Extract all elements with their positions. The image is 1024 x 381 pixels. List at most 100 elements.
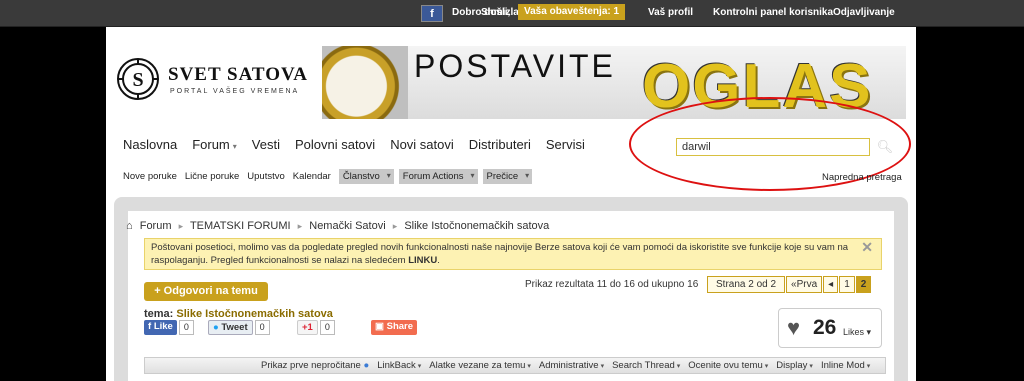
breadcrumb-arrow-icon: ▸ <box>297 221 303 231</box>
likes-count: 26 <box>813 316 837 339</box>
chevron-down-icon: ▾ <box>809 363 813 370</box>
subnav-dropdown-membership[interactable]: Članstvo <box>338 169 394 184</box>
chevron-down-icon: ▾ <box>417 363 422 370</box>
close-icon[interactable]: ✕ <box>861 240 873 254</box>
tweet-button[interactable]: ● Tweet <box>208 320 253 335</box>
breadcrumb-tematski-forumi[interactable]: TEMATSKI FORUMI <box>190 220 291 232</box>
toolbar-linkback[interactable]: LinkBack ▾ <box>377 358 421 374</box>
thumbs-up-icon: f <box>148 321 152 332</box>
heart-icon: ♥ <box>787 315 801 340</box>
subnav-item-new-posts[interactable]: Nove poruke <box>123 171 177 182</box>
breadcrumb-current: Slike Istočnonemačkih satova <box>404 220 550 232</box>
chevron-down-icon: ▾ <box>527 363 531 370</box>
page-link-1[interactable]: 1 <box>839 276 855 293</box>
gplus-widget: +1 0 <box>297 320 335 336</box>
reply-button[interactable]: + Odgovori na temu <box>144 282 268 301</box>
home-icon[interactable]: ⌂ <box>126 220 133 232</box>
tweet-count: 0 <box>254 320 270 335</box>
notice-end: . <box>437 255 440 266</box>
first-page-button[interactable]: «Prva <box>786 276 823 293</box>
top-bar: f Dobro došli, Shmizla Vaša obaveštenja:… <box>0 0 1024 27</box>
toolbar-inline-mod[interactable]: Inline Mod ▾ <box>821 358 870 374</box>
toolbar-thread-tools[interactable]: Alatke vezane za temu ▾ <box>429 358 531 374</box>
prev-page-button[interactable]: ◂ <box>823 276 839 293</box>
subnav-dropdown-forum-actions[interactable]: Forum Actions <box>398 169 478 184</box>
results-count: Prikaz rezultata 11 do 16 od ukupno 16 <box>525 279 699 290</box>
first-unread-icon: ● <box>363 360 370 371</box>
nav-item-vesti[interactable]: Vesti <box>252 137 280 152</box>
breadcrumb-arrow-icon: ▸ <box>392 221 398 231</box>
toolbar-rate-thread[interactable]: Ocenite ovu temu ▾ <box>688 358 768 374</box>
search-input[interactable] <box>676 138 870 156</box>
page: S SVET SATOVA PORTAL VAŠEG VREMENA POSTA… <box>106 27 916 381</box>
nav-item-distributeri[interactable]: Distributeri <box>469 137 531 152</box>
share-widget: ▣ Share <box>371 320 418 336</box>
share-button[interactable]: ▣ Share <box>371 320 418 335</box>
toolbar-search-thread[interactable]: Search Thread ▾ <box>612 358 680 374</box>
notice-link[interactable]: LINKU <box>408 255 437 266</box>
advanced-search-link[interactable]: Napredna pretraga <box>822 172 902 183</box>
breadcrumb: ⌂ Forum ▸ TEMATSKI FORUMI ▸ Nemački Sato… <box>126 220 553 232</box>
first-page-label: Prva <box>796 279 818 290</box>
thread-heading: tema: Slike Istočnonemačkih satova <box>144 308 333 320</box>
subnav-item-private-messages[interactable]: Lične poruke <box>185 171 239 182</box>
notice-text: Poštovani posetioci, molimo vas da pogle… <box>151 242 849 266</box>
likes-box[interactable]: ♥ 26 Likes ▾ <box>778 308 882 348</box>
facebook-like-count: 0 <box>178 320 194 335</box>
facebook-like-button[interactable]: f Like <box>144 320 177 335</box>
chevron-down-icon: ▾ <box>866 363 871 370</box>
breadcrumb-arrow-icon: ▸ <box>178 221 184 231</box>
notice-banner: Poštovani posetioci, molimo vas da pogle… <box>144 238 882 270</box>
banner-title: POSTAVITE <box>414 48 616 84</box>
nav-item-forum[interactable]: Forum ▾ <box>192 137 237 152</box>
control-panel-link[interactable]: Kontrolni panel korisnika <box>713 7 833 18</box>
watch-image <box>322 46 408 119</box>
twitter-widget: ● Tweet 0 <box>208 320 270 336</box>
gplus-count: 0 <box>319 320 335 335</box>
chevron-down-icon: ▾ <box>232 142 237 151</box>
profile-link[interactable]: Vaš profil <box>648 7 693 18</box>
page-link-2-current: 2 <box>855 276 872 293</box>
subnav-dropdown-shortcuts[interactable]: Prečice <box>482 169 533 184</box>
logo-tagline: PORTAL VAŠEG VREMENA <box>170 88 300 95</box>
main-nav: Naslovna Forum ▾ Vesti Polovni satovi Novi sa… <box>123 137 600 152</box>
nav-item-polovni-satovi[interactable]: Polovni satovi <box>295 137 375 152</box>
chevron-down-icon: ▾ <box>676 363 681 370</box>
share-icon: ▣ <box>375 321 384 332</box>
username-link[interactable]: Shmizla <box>481 7 519 18</box>
chevron-down-icon: ▾ <box>764 363 769 370</box>
gplus-button[interactable]: +1 <box>297 320 318 335</box>
breadcrumb-forum[interactable]: Forum <box>140 220 172 232</box>
page-of-indicator[interactable]: Strana 2 od 2 <box>707 276 786 293</box>
twitter-bird-icon: ● <box>213 322 219 333</box>
banner-big-text: OGLAS <box>642 52 873 119</box>
subnav-item-calendar[interactable]: Kalendar <box>293 171 331 182</box>
thread-label: tema: <box>144 308 174 320</box>
logout-link[interactable]: Odjavljivanje <box>833 7 895 18</box>
chevron-down-icon: ▾ <box>600 363 605 370</box>
share-label: Share <box>386 321 414 332</box>
facebook-avatar-icon[interactable]: f <box>421 5 443 22</box>
first-unread-link[interactable]: Prikaz prve nepročitane ● <box>261 358 369 373</box>
likes-label: Likes ▾ <box>843 327 872 337</box>
pagination: Strana 2 od 2 «Prva ◂ 1 2 <box>707 276 872 293</box>
nav-item-naslovna[interactable]: Naslovna <box>123 137 177 152</box>
toolbar-display[interactable]: Display ▾ <box>776 358 813 374</box>
thread-title[interactable]: Slike Istočnonemačkih satova <box>176 308 333 320</box>
facebook-like-label: Like <box>153 321 173 332</box>
logo-emblem-icon: S <box>117 58 159 100</box>
svg-text:S: S <box>132 69 143 91</box>
ad-banner[interactable]: POSTAVITE OGLAS <box>322 46 906 119</box>
nav-item-novi-satovi[interactable]: Novi satovi <box>390 137 454 152</box>
sub-nav: Nove poruke Lične poruke Uputstvo Kalendar Č… <box>123 169 537 184</box>
toolbar-administrative[interactable]: Administrative ▾ <box>539 358 604 374</box>
tweet-label: Tweet <box>221 322 248 333</box>
site-logo[interactable]: S SVET SATOVA PORTAL VAŠEG VREMENA <box>116 57 316 107</box>
facebook-like-widget: f Like 0 <box>144 320 194 336</box>
notifications-link[interactable]: Vaša obaveštenja: 1 <box>518 4 626 20</box>
nav-item-servisi[interactable]: Servisi <box>546 137 585 152</box>
thread-toolbar: Prikaz prve nepročitane ● LinkBack ▾ Alatke… <box>144 357 886 374</box>
subnav-item-help[interactable]: Uputstvo <box>247 171 285 182</box>
breadcrumb-nemacki-satovi[interactable]: Nemački Satovi <box>309 220 385 232</box>
search-icon[interactable]: 🔍︎ <box>876 138 894 156</box>
